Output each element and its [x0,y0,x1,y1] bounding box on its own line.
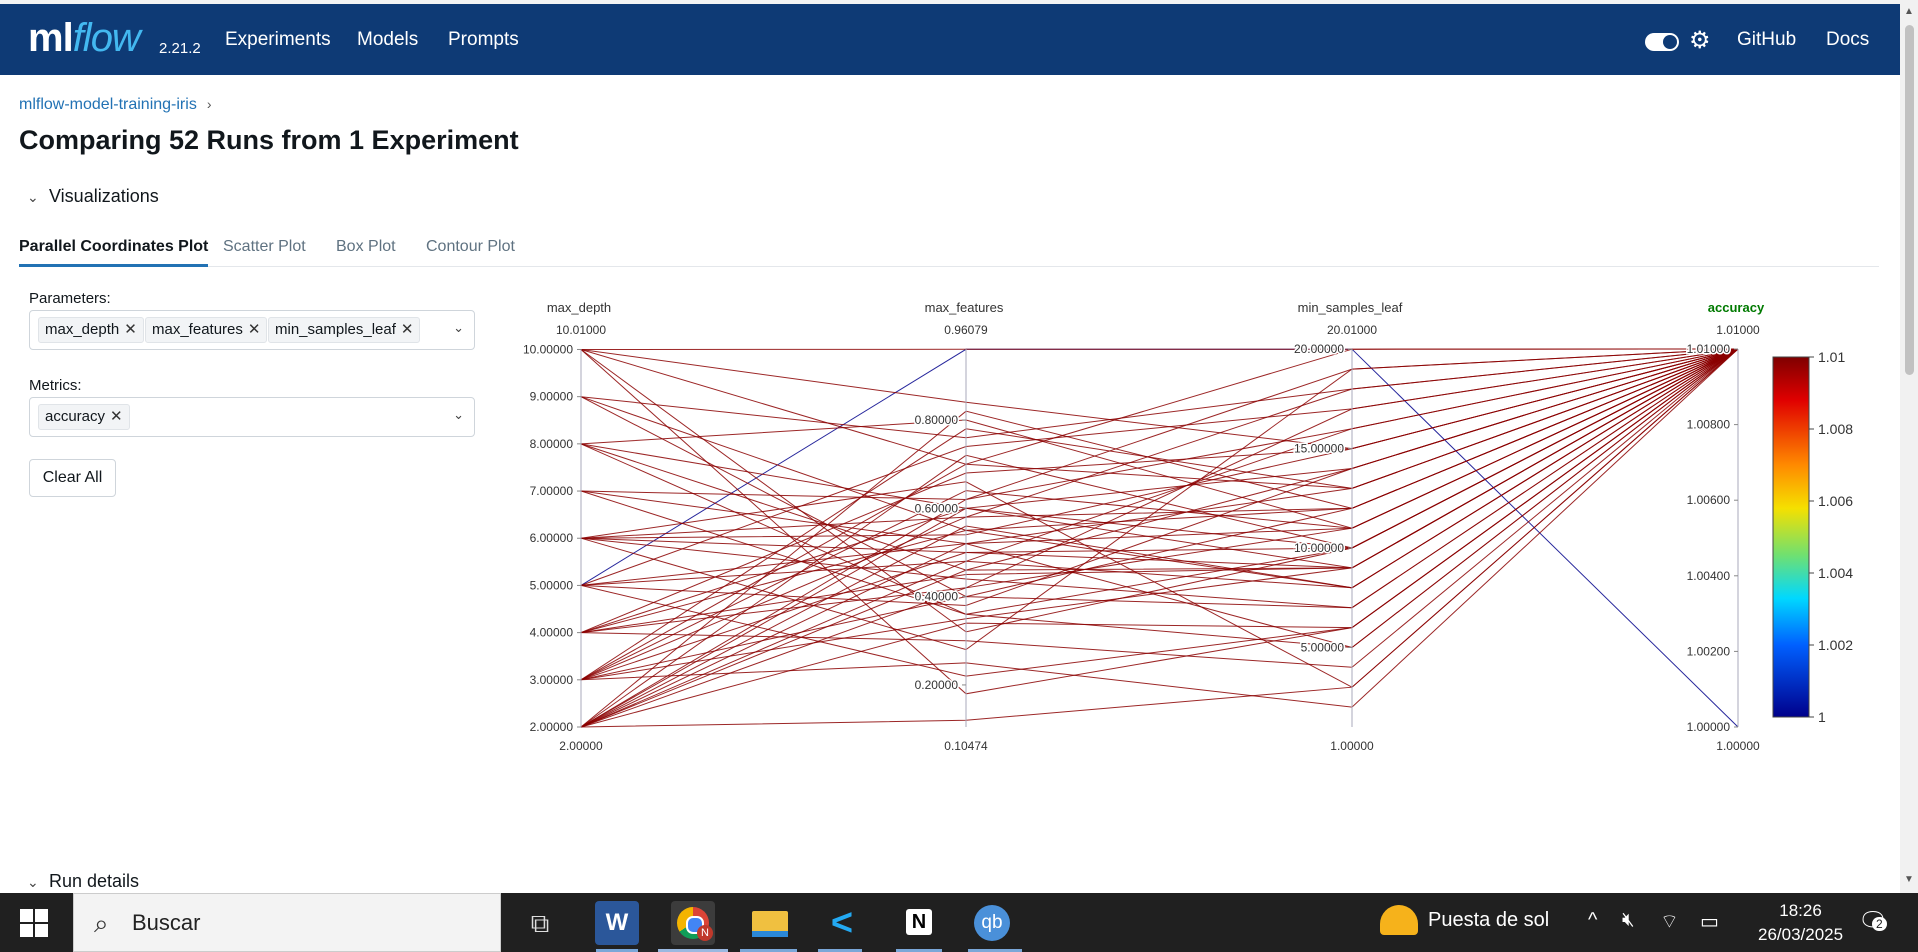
weather-text[interactable]: Puesta de sol [1428,909,1549,932]
colorbar-tick-label: 1.01 [1818,349,1845,365]
colorbar-gradient [1772,356,1810,718]
axis-tick-label: 8.00000 [530,437,574,451]
axis-tick-label: 1.00400 [1687,569,1731,583]
axis-tick-label: 10.00000 [1294,541,1344,555]
axis-range-min-label: 1.00000 [1716,739,1760,753]
axis-tick-label: 0.80000 [915,413,959,427]
axis-tick-label: 0.20000 [915,678,959,692]
axis-tick-label: 6.00000 [530,531,574,545]
run-line [580,348,1739,633]
notion-icon[interactable]: N [898,901,942,945]
axis-tick-label: 9.00000 [530,390,574,404]
colorbar-tick-label: 1.004 [1818,565,1853,581]
taskbar-search-box[interactable]: ⌕ Buscar [73,893,501,952]
chevron-up-icon[interactable]: ^ [1588,909,1597,932]
axis-range-max-label: 20.01000 [1327,323,1377,337]
axis-title: max_features [925,300,1004,315]
qbittorrent-logo: qb [974,905,1010,941]
windows-taskbar: ⌕ Buscar ⧉ W N < N qb Puesta de sol ^ 🔇︎… [0,893,1918,952]
clock-date: 26/03/2025 [1758,925,1844,944]
task-view-icon[interactable]: ⧉ [518,901,562,945]
axis-range-max-label: 1.01000 [1716,323,1760,337]
axis-range-max-label: 10.01000 [556,323,606,337]
axis-tick-label: 0.40000 [915,590,959,604]
sunset-weather-icon[interactable] [1380,905,1418,935]
axis-tick-label: 1.00800 [1687,418,1731,432]
scrollbar-thumb[interactable] [1905,25,1914,375]
run-details-section-header[interactable]: ⌄ Run details [27,871,139,892]
axis-range-min-label: 1.00000 [1330,739,1374,753]
folder-band [752,931,788,937]
search-icon: ⌕ [94,908,109,938]
axis-tick-label: 1.00200 [1687,644,1731,658]
notification-count: 2 [1872,917,1887,931]
word-icon[interactable]: W [595,901,639,945]
axis-tick-label: 15.00000 [1294,442,1344,456]
axis-title: min_samples_leaf [1298,300,1403,315]
axis-tick-label: 5.00000 [530,578,574,592]
start-logo-square [35,924,48,937]
axis-tick-label: 4.00000 [530,626,574,640]
axis-tick-label: 7.00000 [530,484,574,498]
taskbar-search-text: Buscar [132,910,201,935]
colorbar-tick-label: 1.008 [1818,421,1853,437]
clock-time: 18:26 [1779,901,1822,920]
run-lines [580,348,1739,728]
color-scale-bar: 1.01 1.008 1.006 1.004 1.002 1 [1772,349,1853,725]
axis-tick-label: 10.00000 [523,342,573,356]
colorbar-tick-label: 1.006 [1818,493,1853,509]
axis-tick-label: 5.00000 [1301,640,1345,654]
battery-icon[interactable]: ▭ [1700,909,1719,934]
axis-range-min-label: 0.10474 [944,739,988,753]
colorbar-tick-label: 1 [1818,709,1826,725]
axis-range-min-label: 2.00000 [559,739,603,753]
axis-title: max_depth [547,300,611,315]
colorbar-tick-label: 1.002 [1818,637,1853,653]
axis-tick-label: 3.00000 [530,673,574,687]
start-logo-square [20,909,33,922]
axis-tick-label: 2.00000 [530,720,574,734]
axis-tick-label: 1.01000 [1687,342,1731,356]
speaker-muted-icon[interactable]: 🔇︎ [1622,909,1635,932]
notification-icon[interactable]: 🗨︎2 [1858,907,1888,936]
scroll-up-arrow-icon[interactable]: ▲ [1904,6,1914,17]
profile-badge: N [697,925,713,941]
windows-start-icon[interactable] [20,909,48,937]
axis-tick-label: 20.00000 [1294,342,1344,356]
axis-range-max-label: 0.96079 [944,323,988,337]
notion-logo: N [906,909,932,935]
run-details-title: Run details [49,871,140,891]
page-scrollbar[interactable]: ▲ ▼ [1900,0,1918,893]
file-explorer-icon[interactable] [748,901,792,945]
axis-title: accuracy [1708,300,1765,315]
run-line [580,348,1739,489]
axis-tick-label: 1.00000 [1687,720,1731,734]
wifi-icon[interactable]: ⌔ [1660,909,1679,934]
chevron-down-icon: ⌄ [27,874,39,890]
axis-tick-label: 0.60000 [915,501,959,515]
run-line [580,348,1739,668]
qbittorrent-icon[interactable]: qb [970,901,1014,945]
start-logo-square [20,924,33,937]
parallel-coordinates-chart[interactable]: max_depth 10.01000 2.00000 10.00000 9.00000 8… [0,0,1900,893]
start-logo-square [35,909,48,922]
chrome-icon[interactable]: N [671,901,715,945]
scroll-down-arrow-icon[interactable]: ▼ [1904,874,1914,885]
taskbar-clock[interactable]: 18:26 26/03/2025 [1758,899,1843,947]
vscode-icon[interactable]: < [820,901,864,945]
axis-tick-label: 1.00600 [1687,493,1731,507]
